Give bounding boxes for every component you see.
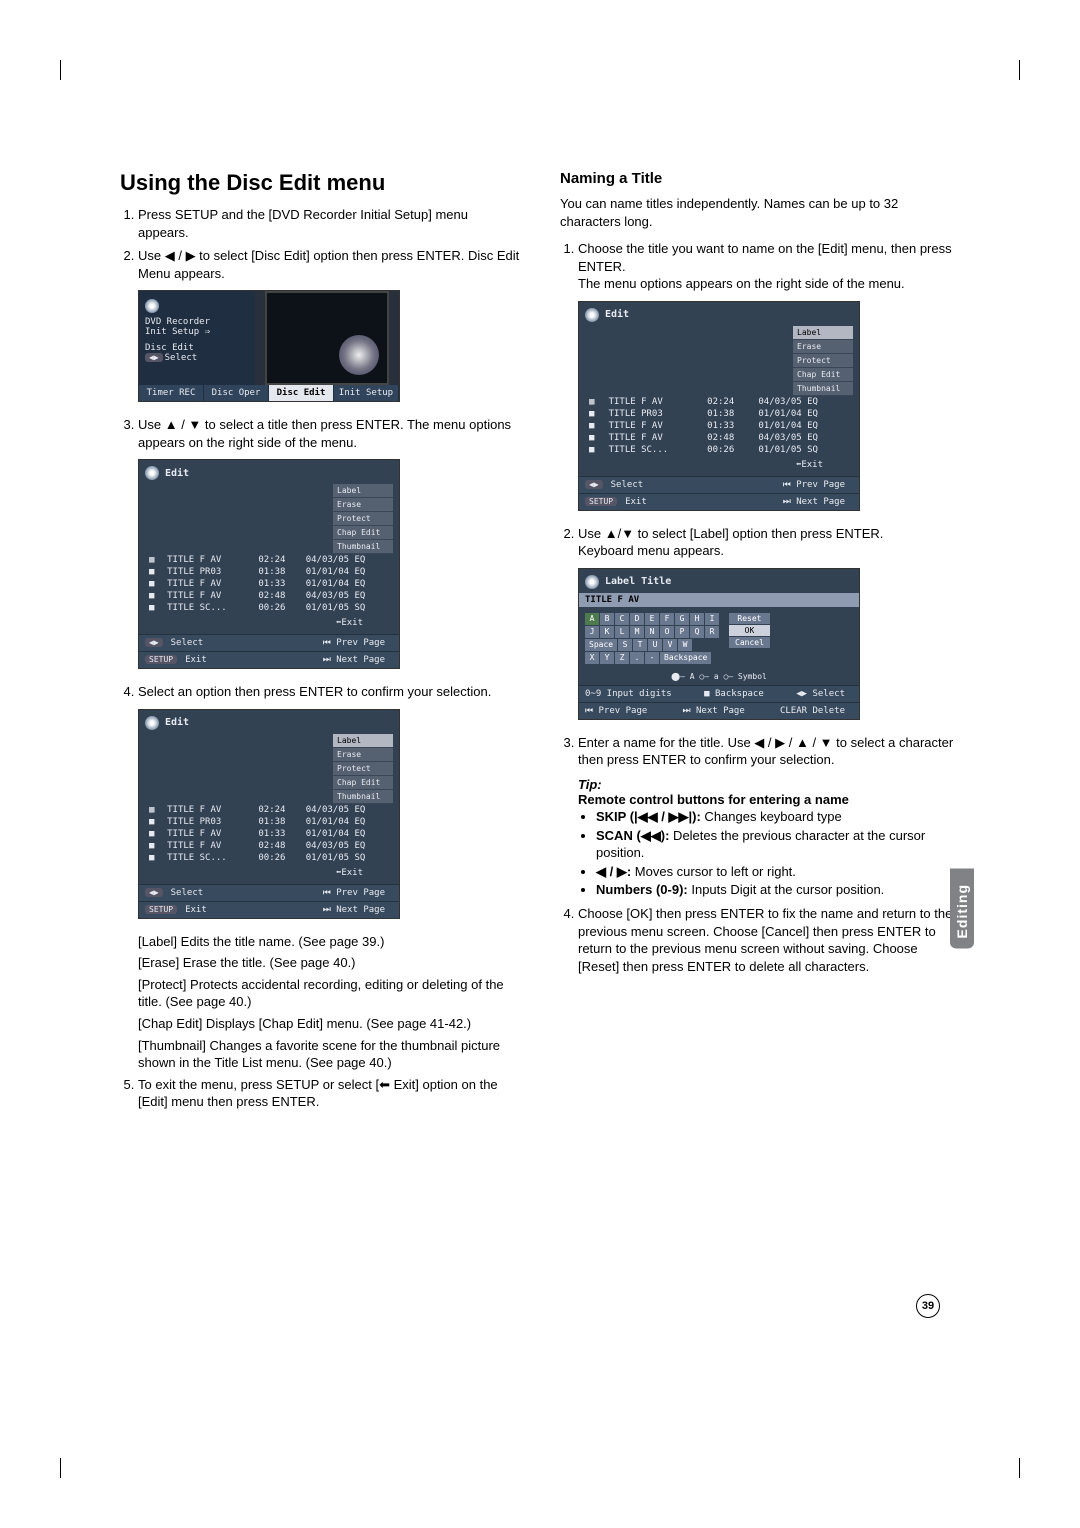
disc-icon [145,716,159,730]
figure-edit-list-1: Edit Label Erase Protect Chap Edit Thumb… [138,459,400,669]
table-row: ■TITLE F AV02:4804/03/05 EQ [145,590,393,602]
exit-button: ⬅Exit [145,864,393,880]
table-row: ■TITLE F AV02:4804/03/05 EQ [585,432,853,444]
figure-edit-list-2: Edit Label Erase Protect Chap Edit Thumb… [138,709,400,919]
keyboard-legend: ⬤— A ○— a ○— Symbol [579,670,859,685]
table-row: ■TITLE PR0301:3801/01/04 EQ [145,566,393,578]
tab-disc-oper: Disc Oper [204,385,269,401]
right-step-4: Choose [OK] then press ENTER to fix the … [578,905,960,975]
note-thumbnail: [Thumbnail] Changes a favorite scene for… [138,1037,520,1072]
tip-arrows: ◀ / ▶: Moves cursor to left or right. [596,864,960,881]
left-step-4: Select an option then press ENTER to con… [138,683,520,701]
disc-icon [585,575,599,589]
figure-edit-list-3: Edit Label Erase Protect Chap Edit Thumb… [578,301,860,511]
table-row: ■TITLE F AV02:4804/03/05 EQ [145,840,393,852]
right-step-3: Enter a name for the title. Use ◀ / ▶ / … [578,734,960,769]
naming-intro: You can name titles independently. Names… [560,195,960,230]
tip-scan: SCAN (◀◀): Deletes the previous characte… [596,828,960,862]
page-number: 39 [916,1294,940,1318]
keyboard-grid: ABCDEFGHI JKLMNOPQR SpaceSTUVW XYZ.-Back… [585,613,719,664]
lr-icon: ◀▶ [145,353,163,362]
disc-icon [145,466,159,480]
heading-naming-title: Naming a Title [560,170,960,187]
table-row: ■TITLE F AV01:3301/01/04 EQ [145,828,393,840]
section-side-tab: Editing [950,868,974,948]
left-step-3: Use ▲ / ▼ to select a title then press E… [138,416,520,451]
tip-subheading: Remote control buttons for entering a na… [578,792,960,807]
figure-keyboard: Label Title TITLE F AV ABCDEFGHI JKLMNOP… [578,568,860,720]
table-row: ■TITLE PR0301:3801/01/04 EQ [145,816,393,828]
exit-button: ⬅Exit [585,456,853,472]
tab-disc-edit: Disc Edit [269,385,334,401]
left-step-5: To exit the menu, press SETUP or select … [138,1076,520,1111]
table-row: ■TITLE PR0301:3801/01/04 EQ [585,408,853,420]
exit-button: ⬅Exit [145,614,393,630]
figure-init-setup: DVD Recorder Init Setup ⇒ Disc Edit ◀▶◀▶… [138,290,400,402]
right-step-1: Choose the title you want to name on the… [578,240,960,293]
disc-icon [585,308,599,322]
tab-init-setup: Init Setup [334,385,399,401]
note-erase: [Erase] Erase the title. (See page 40.) [138,954,520,972]
tab-timer-rec: Timer REC [139,385,204,401]
table-row: ▦TITLE F AV02:2404/03/05 EQ [585,396,853,408]
table-row: ■TITLE SC...00:2601/01/05 SQ [145,602,393,614]
table-row: ■TITLE SC...00:2601/01/05 SQ [585,444,853,456]
left-step-2: Use ◀ / ▶ to select [Disc Edit] option t… [138,247,520,282]
table-row: ■TITLE F AV01:3301/01/04 EQ [585,420,853,432]
tip-numbers: Numbers (0-9): Inputs Digit at the curso… [596,882,960,899]
tip-heading: Tip: [578,777,960,792]
left-step-1: Press SETUP and the [DVD Recorder Initia… [138,206,520,241]
kbd-title-field: TITLE F AV [579,593,859,607]
table-row: ▦TITLE F AV02:2404/03/05 EQ [145,804,393,816]
keyboard-actions: Reset OK Cancel [729,613,770,664]
heading-disc-edit: Using the Disc Edit menu [120,170,520,196]
tip-skip: SKIP (|◀◀ / ▶▶|): Changes keyboard type [596,809,960,826]
table-row: ■TITLE F AV01:3301/01/04 EQ [145,578,393,590]
note-chap-edit: [Chap Edit] Displays [Chap Edit] menu. (… [138,1015,520,1033]
tv-placeholder [265,291,389,385]
disc-icon [145,299,159,313]
table-row: ▦TITLE F AV02:2404/03/05 EQ [145,554,393,566]
table-row: ■TITLE SC...00:2601/01/05 SQ [145,852,393,864]
note-label: [Label] Edits the title name. (See page … [138,933,520,951]
note-protect: [Protect] Protects accidental recording,… [138,976,520,1011]
right-step-2: Use ▲/▼ to select [Label] option then pr… [578,525,960,560]
